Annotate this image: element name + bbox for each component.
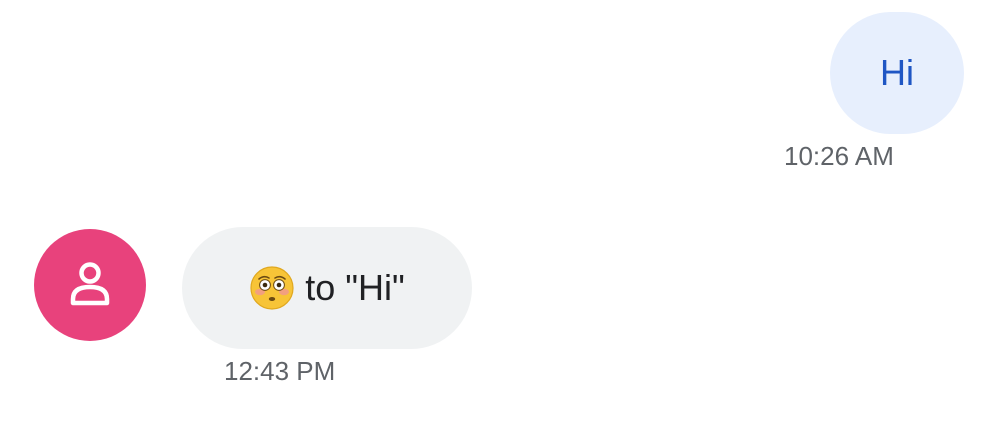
- flushed-face-emoji: [250, 266, 294, 310]
- person-icon: [70, 262, 110, 306]
- contact-avatar[interactable]: [34, 229, 146, 341]
- sent-message-bubble[interactable]: Hi: [830, 12, 964, 134]
- message-timestamp: 10:26 AM: [784, 141, 894, 171]
- message-text: to "Hi": [305, 267, 405, 308]
- received-message-bubble[interactable]: to "Hi": [182, 227, 472, 349]
- message-text: Hi: [880, 52, 914, 93]
- message-timestamp: 12:43 PM: [224, 356, 336, 386]
